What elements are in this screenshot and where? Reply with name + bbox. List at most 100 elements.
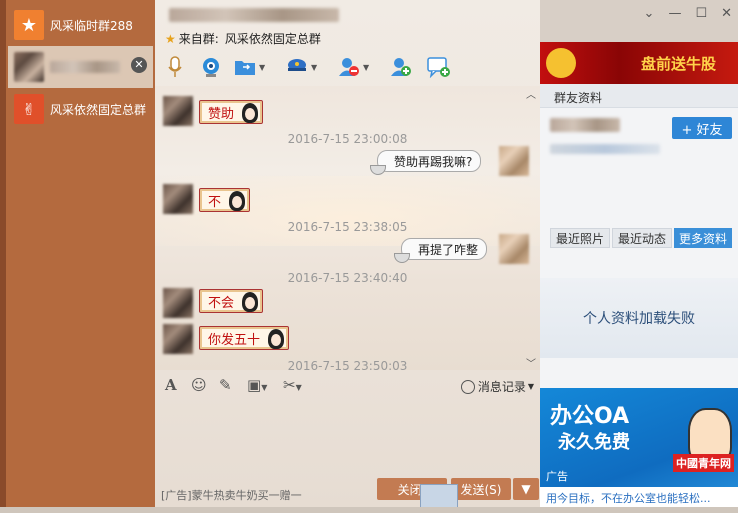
remove-member-button[interactable]: ▼ [337, 52, 369, 82]
message-bubble: 赞助 [199, 100, 264, 124]
taskbar-edge [0, 507, 738, 513]
message-text: 不会 [208, 295, 235, 311]
chat-toolbar: ▼ ▼ ▼ [155, 52, 540, 84]
message-history-button[interactable]: 消息记录 ▼ [460, 378, 534, 395]
session-label-blurred [50, 61, 120, 73]
footer-ad[interactable]: [广告]蒙牛热卖牛奶买一赠一 [161, 487, 302, 503]
message-text: 再提了咋整 [418, 242, 479, 257]
edit-icon[interactable]: ✎ [219, 376, 232, 394]
session-item-temp-group[interactable]: ★ 风采临时群288 [8, 6, 153, 44]
rock-hand-icon: ✌ [14, 94, 44, 124]
group-origin: ★ 来自群: 风采依然固定总群 [165, 30, 321, 47]
ad-text-link[interactable]: 用今目标，不在办公室也能轻松... [540, 487, 738, 507]
sticker-face-icon [268, 329, 285, 349]
subtitle-prefix: 来自群: [178, 32, 219, 46]
ad-banner[interactable]: 盘前送牛股 [540, 42, 738, 84]
title-bar [155, 0, 540, 30]
close-icon[interactable]: ✕ [131, 57, 147, 73]
watermark-logo: 中國青年网 [673, 454, 734, 472]
file-button[interactable]: ▼ [233, 52, 265, 82]
history-label: 消息记录 [477, 380, 526, 394]
tab-more-info[interactable]: 更多资料 [674, 228, 732, 248]
window-title-blurred [169, 8, 339, 22]
voice-button[interactable] [163, 52, 187, 82]
message-text: 你发五十 [208, 332, 261, 348]
collapse-icon[interactable]: ⌄ [644, 6, 655, 21]
send-button[interactable]: 发送(S) [451, 478, 511, 500]
add-message-icon [427, 55, 451, 79]
timestamp: 2016-7-15 23:38:05 [287, 220, 408, 234]
maximize-icon[interactable]: ☐ [695, 6, 707, 21]
ad-headline: 办公OA [550, 404, 630, 429]
add-user-icon [389, 55, 413, 79]
tab-recent-activity[interactable]: 最近动态 [612, 228, 672, 248]
send-options-button[interactable]: ▼ [513, 478, 539, 500]
camera-icon [199, 55, 223, 79]
add-friend-button[interactable]: + 好友 [672, 117, 732, 139]
timestamp: 2016-7-15 23:00:08 [287, 132, 408, 146]
session-label: 风采依然固定总群 [50, 102, 147, 117]
chevron-down-icon: ▼ [259, 62, 266, 72]
avatar [499, 234, 529, 264]
timestamp: 2016-7-15 23:50:03 [287, 359, 408, 370]
close-icon[interactable]: ✕ [721, 6, 732, 21]
add-member-button[interactable] [389, 52, 413, 82]
chevron-down-icon: ▼ [311, 62, 318, 72]
minimize-icon[interactable]: — [668, 6, 681, 21]
scroll-up-icon[interactable]: ︿ [526, 86, 536, 101]
chat-window: ★ 来自群: 风采依然固定总群 ▼ ▼ ▼ ︿ 赞助 2016-7-15 23:… [155, 0, 540, 513]
member-profile [550, 118, 660, 158]
message-input[interactable] [155, 400, 540, 476]
star-icon: ★ [165, 31, 176, 46]
subtitle-group: 风采依然固定总群 [224, 32, 321, 46]
video-button[interactable] [199, 52, 223, 82]
avatar [499, 146, 529, 176]
ad-label: 广告 [546, 470, 568, 483]
message-bubble: 赞助再踢我嘛? [370, 150, 482, 175]
captain-icon [285, 55, 309, 79]
message-text: 不 [208, 194, 222, 210]
sticker-face-icon [242, 292, 259, 312]
message-bubble: 你发五十 [199, 326, 290, 350]
chevron-down-icon: ▼ [363, 62, 370, 72]
tab-recent-photos[interactable]: 最近照片 [550, 228, 610, 248]
microphone-icon [163, 55, 187, 79]
avatar [14, 52, 44, 82]
folder-icon [233, 55, 257, 79]
message-area[interactable]: ︿ 赞助 2016-7-15 23:00:08 赞助再踢我嘛? 不 2016-7… [155, 86, 540, 370]
sticker-face-icon [229, 191, 246, 211]
message-text: 赞助 [208, 106, 235, 122]
message-bubble: 不 [199, 188, 251, 212]
coin-icon [546, 48, 576, 78]
window-controls: ⌄ — ☐ ✕ [644, 6, 732, 21]
avatar [163, 324, 193, 354]
ad-subheadline: 永久免费 [558, 432, 630, 453]
new-message-button[interactable] [427, 52, 451, 82]
send-label: 发送(S) [460, 482, 502, 497]
input-toolbar: A ☺ ✎ ▣▼ ✂▼ 消息记录 ▼ [155, 372, 540, 400]
font-icon[interactable]: A [165, 376, 177, 394]
emoji-icon[interactable]: ☺ [191, 376, 207, 394]
chevron-down-icon: ▼ [521, 482, 531, 496]
bowl-icon [394, 253, 410, 263]
bowl-icon [370, 165, 386, 175]
avatar [163, 184, 193, 214]
member-info-blurred [550, 144, 660, 154]
session-label: 风采临时群288 [50, 18, 133, 33]
session-item-main-group[interactable]: ✌ 风采依然固定总群 [8, 90, 153, 128]
avatar [163, 288, 193, 318]
timestamp: 2016-7-15 23:40:40 [287, 271, 408, 285]
profile-panel: 盘前送牛股 群友资料 + 好友 最近照片 最近动态 更多资料 个人资料加载失败 … [540, 42, 738, 513]
session-item-selected[interactable]: ✕ [8, 46, 153, 88]
avatar [163, 96, 193, 126]
message-text: 赞助再踢我嘛? [394, 154, 473, 169]
scissors-icon[interactable]: ✂▼ [283, 376, 302, 394]
star-icon: ★ [14, 10, 44, 40]
chevron-down-icon: ▼ [527, 382, 534, 391]
panel-title: 群友资料 [540, 84, 738, 108]
screen-share-button[interactable]: ▼ [285, 52, 317, 82]
message-bubble: 不会 [199, 289, 264, 313]
scroll-down-icon[interactable]: ﹀ [526, 355, 536, 370]
image-icon[interactable]: ▣▼ [247, 376, 267, 394]
message-bubble: 再提了咋整 [394, 238, 488, 263]
